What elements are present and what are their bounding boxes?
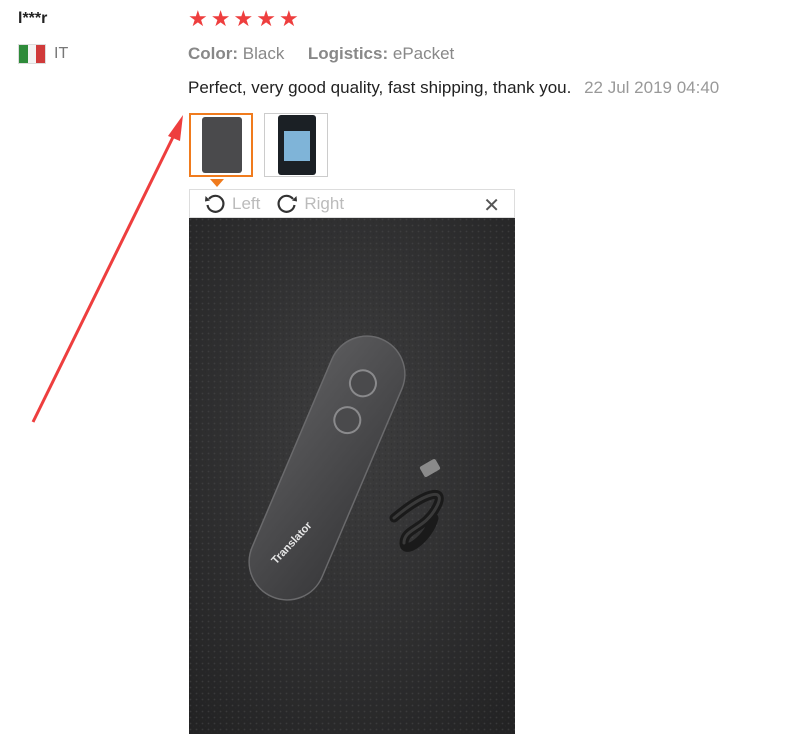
close-icon[interactable]: ✕	[483, 193, 500, 217]
country-code: IT	[54, 45, 69, 62]
rotate-left-button[interactable]: Left	[204, 193, 260, 215]
rotate-right-button[interactable]: Right	[276, 193, 344, 215]
logistics-label: Logistics:	[307, 44, 389, 63]
italy-flag-icon	[18, 44, 46, 64]
star-icon: ★	[278, 7, 299, 32]
selected-thumbnail-pointer	[210, 179, 224, 187]
review-date: 22 Jul 2019 04:40	[584, 78, 720, 97]
reviewer-name: l***r	[18, 10, 48, 27]
rotate-left-icon	[205, 194, 225, 213]
reviewer-country: IT	[18, 44, 68, 64]
review-photo-thumbnail-2[interactable]	[264, 113, 328, 177]
star-rating: ★ ★ ★ ★ ★	[188, 8, 299, 32]
logistics-value: ePacket	[392, 44, 455, 63]
star-icon: ★	[233, 7, 254, 32]
star-icon: ★	[256, 7, 276, 32]
review-text: Perfect, very good quality, fast shippin…	[188, 78, 572, 97]
photo-viewer-toolbar: Left Right ✕	[189, 189, 515, 218]
rotate-right-label: Right	[304, 193, 345, 213]
color-label: Color:	[188, 44, 239, 63]
review-photo-large: Translator	[189, 218, 515, 734]
rotate-right-icon	[277, 194, 298, 213]
review-photo-thumbnail-1[interactable]	[189, 113, 253, 177]
star-icon: ★	[210, 7, 231, 32]
order-attributes: Color: Black Logistics: ePacket	[188, 44, 454, 64]
rotate-left-label: Left	[232, 193, 261, 213]
star-icon: ★	[188, 7, 208, 32]
review-comment: Perfect, very good quality, fast shippin…	[188, 78, 719, 98]
color-value: Black	[242, 44, 285, 63]
